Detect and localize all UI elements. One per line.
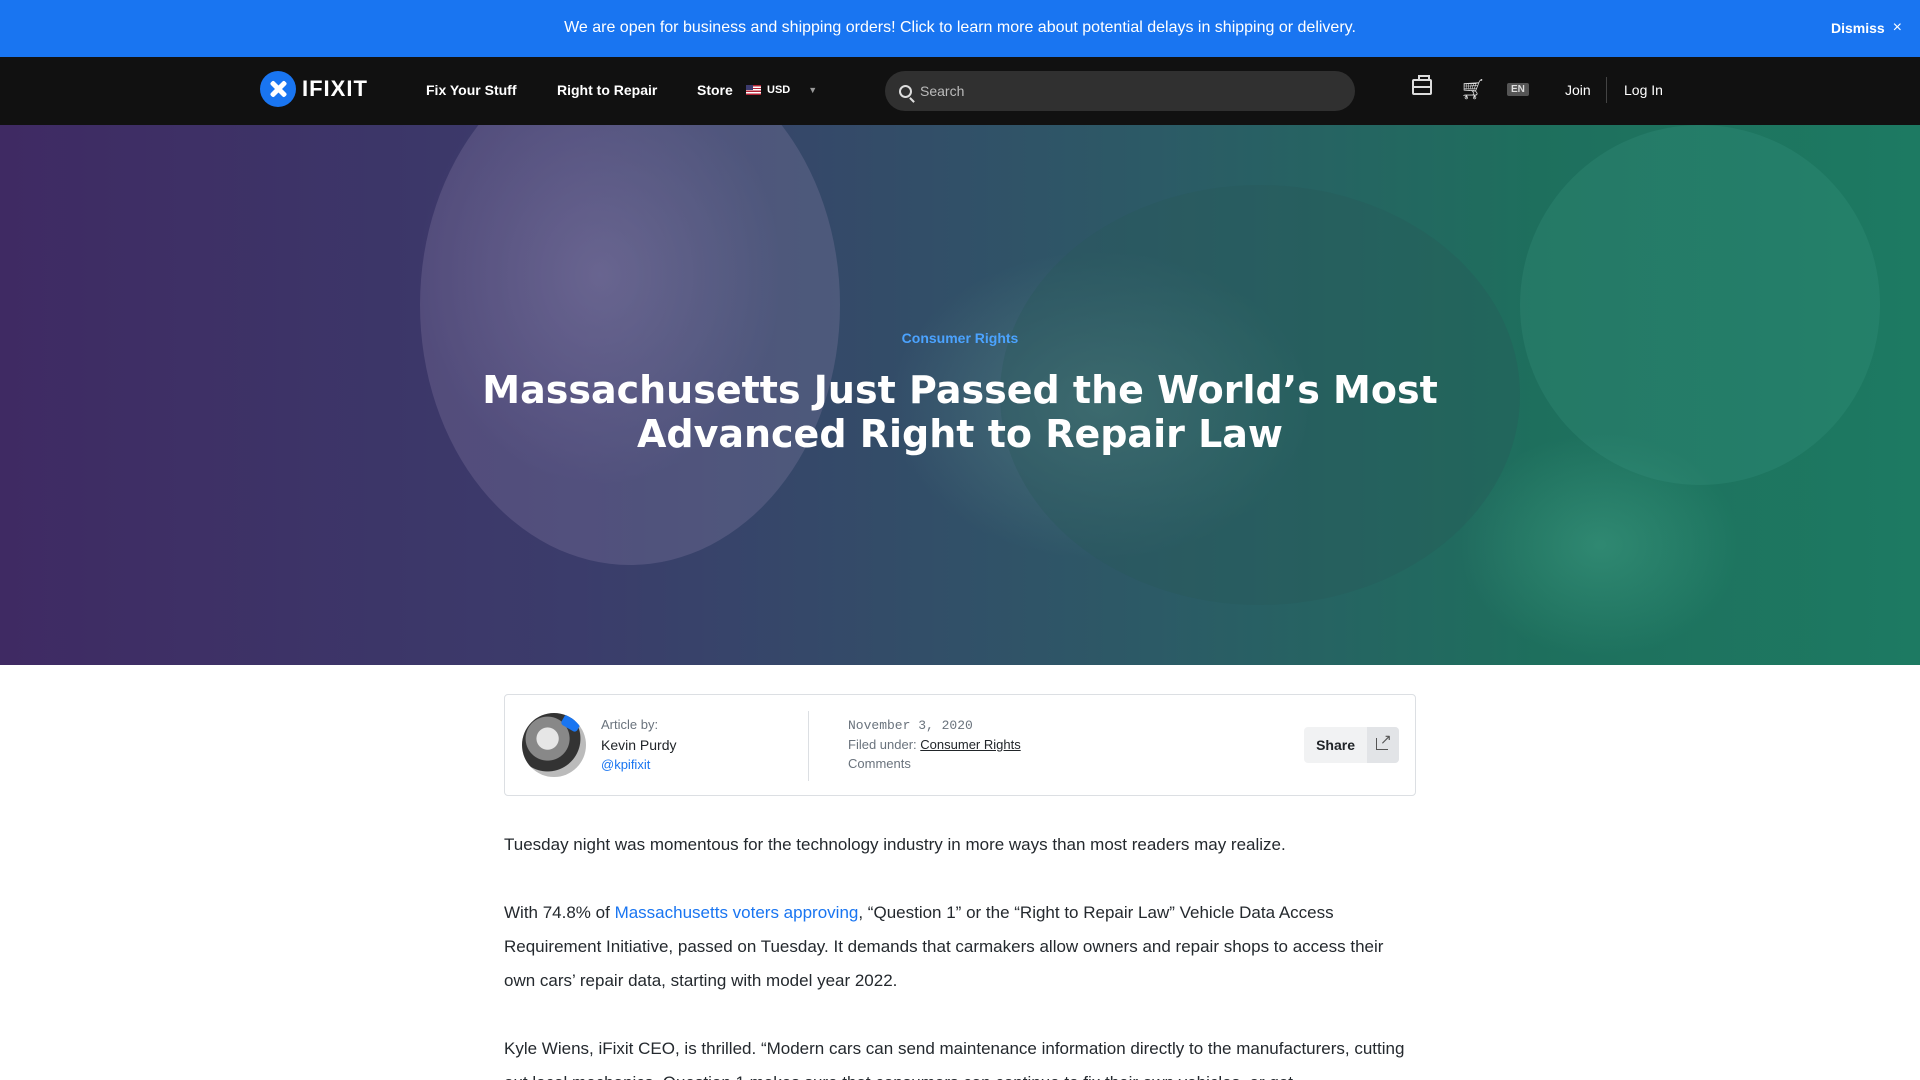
article-paragraph: Tuesday night was momentous for the tech… <box>504 835 1286 854</box>
paragraph-text: With 74.8% of <box>504 903 615 922</box>
comments-link[interactable]: Comments <box>848 756 911 771</box>
ifixit-logo[interactable]: IFIXIT <box>260 71 368 107</box>
share-label: Share <box>1316 737 1355 753</box>
filed-under: Filed under: Consumer Rights <box>848 737 1021 752</box>
voters-approving-link[interactable]: Massachusetts voters approving <box>615 903 859 922</box>
logo-text: IFIXIT <box>302 76 368 101</box>
author-avatar[interactable] <box>522 713 586 777</box>
shipping-banner[interactable]: We are open for business and shipping or… <box>0 0 1920 57</box>
author-name[interactable]: Kevin Purdy <box>601 737 676 753</box>
toolbox-icon[interactable] <box>1412 75 1432 95</box>
currency-selector[interactable]: USD ▼ <box>746 84 817 96</box>
nav-fix-your-stuff[interactable]: Fix Your Stuff <box>426 82 516 98</box>
hero-category-link[interactable]: Consumer Rights <box>0 330 1920 346</box>
currency-label: USD <box>767 84 791 96</box>
hero-banner: Consumer Rights Massachusetts Just Passe… <box>0 125 1920 665</box>
cart-icon[interactable]: 🛒︎ <box>1460 77 1485 102</box>
join-link[interactable]: Join <box>1565 82 1591 98</box>
card-divider <box>808 711 809 781</box>
publish-date: November 3, 2020 <box>848 718 973 733</box>
dismiss-label: Dismiss <box>1830 20 1885 36</box>
article-meta-card: Article by: Kevin Purdy @kpifixit Novemb… <box>504 694 1416 796</box>
external-share-icon <box>1367 727 1399 763</box>
author-handle-link[interactable]: @kpifixit <box>601 757 650 772</box>
article-title: Massachusetts Just Passed the World’s Mo… <box>482 368 1438 456</box>
filed-under-label: Filed under: <box>848 737 917 752</box>
share-button[interactable]: Share <box>1304 727 1399 763</box>
nav-store[interactable]: Store <box>697 82 733 98</box>
nav-right-to-repair[interactable]: Right to Repair <box>557 82 657 98</box>
article-body: Tuesday night was momentous for the tech… <box>504 828 1416 1080</box>
language-selector[interactable]: EN <box>1507 83 1529 96</box>
login-link[interactable]: Log In <box>1624 82 1663 98</box>
article-paragraph: With 74.8% of Massachusetts voters appro… <box>504 896 1416 998</box>
search-bar[interactable] <box>885 71 1355 111</box>
search-icon <box>899 84 912 98</box>
close-icon: × <box>1892 19 1902 36</box>
search-input[interactable] <box>920 83 1320 99</box>
us-flag-icon <box>746 85 761 95</box>
ifixit-logo-icon <box>260 71 296 107</box>
hero-engine-shape <box>1520 125 1880 485</box>
article-paragraph: Kyle Wiens, iFixit CEO, is thrilled. “Mo… <box>504 1039 1405 1080</box>
dismiss-button[interactable]: Dismiss × <box>1831 19 1902 37</box>
header-divider <box>1606 77 1607 103</box>
filed-under-category-link[interactable]: Consumer Rights <box>920 737 1020 752</box>
byline-label: Article by: <box>601 717 659 732</box>
chevron-down-icon: ▼ <box>808 85 818 95</box>
site-header: IFIXIT Fix Your Stuff Right to Repair St… <box>0 57 1920 125</box>
banner-message[interactable]: We are open for business and shipping or… <box>0 19 1920 37</box>
